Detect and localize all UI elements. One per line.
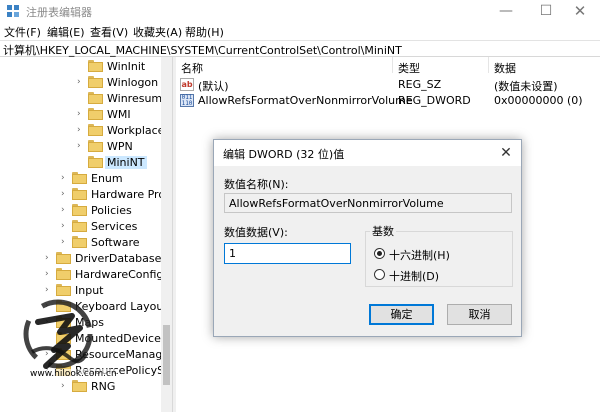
scrollbar-thumb[interactable] <box>163 325 170 385</box>
value-data: (数值未设置) <box>494 80 558 93</box>
tree-vertical-scrollbar[interactable] <box>161 57 172 412</box>
expand-chevron-icon[interactable]: › <box>77 125 85 135</box>
regedit-app-icon <box>7 5 19 17</box>
cancel-button[interactable]: 取消 <box>447 304 512 325</box>
watermark-url: www.hilook.com.cn <box>30 369 117 379</box>
expand-chevron-icon[interactable]: › <box>45 269 53 279</box>
folder-icon <box>72 188 87 200</box>
dialog-title: 编辑 DWORD (32 位)值 <box>223 148 345 161</box>
folder-icon <box>72 236 87 248</box>
address-path: 计算机\HKEY_LOCAL_MACHINE\SYSTEM\CurrentCon… <box>3 44 402 57</box>
expand-chevron-icon[interactable]: › <box>61 237 69 247</box>
tree-item-label: Winlogon <box>107 76 159 89</box>
folder-icon <box>88 124 103 136</box>
menu-view[interactable]: 查看(V) <box>90 24 128 40</box>
folder-icon <box>72 172 87 184</box>
value-row-default[interactable]: ab (默认) REG_SZ (数值未设置) <box>176 77 600 93</box>
close-window-button[interactable]: ✕ <box>560 0 600 22</box>
column-header-name[interactable]: 名称 <box>181 60 203 76</box>
column-header-data[interactable]: 数据 <box>494 60 516 76</box>
value-data-label: 数值数据(V): <box>224 226 288 239</box>
base-group-label: 基数 <box>370 223 396 239</box>
folder-icon <box>88 156 103 168</box>
value-row-allowrefs[interactable]: 011 110 AllowRefsFormatOverNonmirrorVolum… <box>176 93 600 109</box>
binary-value-icon: 011 110 <box>180 94 194 107</box>
value-data-input[interactable]: 1 <box>224 243 351 264</box>
tree-item-label: MiniNT <box>105 156 147 169</box>
expand-chevron-icon[interactable]: › <box>77 109 85 119</box>
folder-icon <box>88 92 103 104</box>
expand-chevron-icon[interactable]: › <box>61 205 69 215</box>
tree-item-label: Winresume <box>107 92 169 105</box>
column-separator[interactable] <box>392 57 393 73</box>
value-data: 0x00000000 (0) <box>494 94 583 107</box>
title-bar: 注册表编辑器 — ☐ ✕ <box>0 0 600 22</box>
value-name: (默认) <box>198 80 229 93</box>
menu-favorites[interactable]: 收藏夹(A) <box>133 24 182 40</box>
expand-chevron-icon[interactable]: › <box>61 221 69 231</box>
value-name-field: AllowRefsFormatOverNonmirrorVolume <box>224 193 512 213</box>
expand-chevron-icon[interactable]: › <box>61 189 69 199</box>
tree-item-label: Software <box>91 236 140 249</box>
folder-icon <box>88 76 103 88</box>
tree-item-label: WMI <box>107 108 131 121</box>
tree-item-label: HardwareConfig <box>75 268 164 281</box>
address-bar[interactable]: 计算机\HKEY_LOCAL_MACHINE\SYSTEM\CurrentCon… <box>0 40 600 57</box>
menu-edit[interactable]: 编辑(E) <box>47 24 85 40</box>
dialog-close-button[interactable]: ✕ <box>496 143 516 163</box>
column-separator[interactable] <box>488 57 489 73</box>
radio-unselected-icon <box>374 269 385 280</box>
value-name-label: 数值名称(N): <box>224 178 289 191</box>
radio-dec-label: 十进制(D) <box>389 270 440 283</box>
tree-item-label: DriverDatabase <box>75 252 162 265</box>
tree-item-label: WPN <box>107 140 133 153</box>
value-type: REG_SZ <box>398 78 442 91</box>
value-type: REG_DWORD <box>398 94 471 107</box>
window-title: 注册表编辑器 <box>26 6 92 19</box>
expand-chevron-icon[interactable]: › <box>45 253 53 263</box>
tree-item-label: Workplace <box>107 124 165 137</box>
string-value-icon: ab <box>180 78 194 91</box>
ok-button[interactable]: 确定 <box>369 304 434 325</box>
tree-item-label: Enum <box>91 172 123 185</box>
expand-chevron-icon[interactable]: › <box>61 173 69 183</box>
expand-chevron-icon[interactable]: › <box>77 141 85 151</box>
folder-icon <box>88 140 103 152</box>
expand-chevron-icon[interactable]: › <box>77 77 85 87</box>
dialog-title-bar: 编辑 DWORD (32 位)值 ✕ <box>214 140 521 166</box>
tree-item-label: Policies <box>91 204 132 217</box>
folder-icon <box>72 220 87 232</box>
folder-icon <box>56 252 71 264</box>
edit-dword-dialog: 编辑 DWORD (32 位)值 ✕ 数值名称(N): AllowRefsFor… <box>213 139 522 337</box>
menu-file[interactable]: 文件(F) <box>4 24 41 40</box>
radio-selected-icon <box>374 248 385 259</box>
column-header-type[interactable]: 类型 <box>398 60 420 76</box>
tree-item-label: WinInit <box>107 60 146 73</box>
value-name: AllowRefsFormatOverNonmirrorVolume <box>198 94 413 107</box>
radio-hex-label: 十六进制(H) <box>389 249 450 262</box>
folder-icon <box>72 204 87 216</box>
folder-icon <box>56 268 71 280</box>
menu-help[interactable]: 帮助(H) <box>185 24 224 40</box>
folder-icon <box>88 108 103 120</box>
tree-item-label: Services <box>91 220 138 233</box>
menu-bar: 文件(F) 编辑(E) 查看(V) 收藏夹(A) 帮助(H) <box>0 22 600 40</box>
tree-item-label: Hardware Prof <box>91 188 169 201</box>
folder-icon <box>88 60 103 72</box>
minimize-button[interactable]: — <box>486 0 526 22</box>
